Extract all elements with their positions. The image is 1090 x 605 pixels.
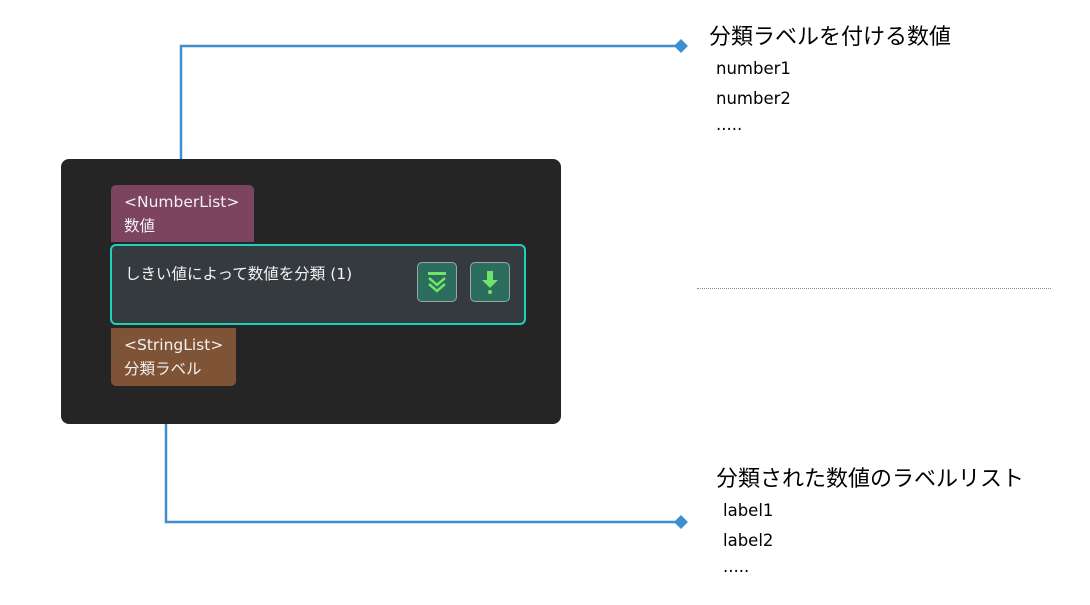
input-annotation-line: number2 [716,89,791,108]
output-port-tag[interactable]: <StringList> 分類ラベル [111,328,236,386]
input-annotation-line: number1 [716,59,791,78]
output-annotation-line: label2 [723,531,774,550]
input-port-name: 数値 [124,217,156,235]
dotted-divider [697,288,1051,289]
input-annotation: 分類ラベルを付ける数値 number1 number2 ..... [709,24,951,136]
output-port-type: <StringList> [124,336,224,354]
input-annotation-title: 分類ラベルを付ける数値 [709,25,952,50]
run-button[interactable] [470,262,510,302]
chevron-double-down-icon [428,272,446,293]
download-arrow-icon [482,271,498,294]
output-port-name: 分類ラベル [124,360,202,378]
step-title: しきい値によって数値を分類 (1) [125,265,353,283]
output-annotation-title: 分類された数値のラベルリスト [716,467,1025,492]
output-annotation-line: ..... [723,557,750,576]
input-annotation-anchor [674,39,688,53]
input-connector-line [179,44,681,173]
output-annotation-anchor [674,515,688,529]
output-annotation: 分類された数値のラベルリスト label1 label2 ..... [716,466,1024,578]
input-port-type: <NumberList> [124,193,240,211]
output-annotation-line: label1 [723,501,774,520]
input-port-tag[interactable]: <NumberList> 数値 [111,185,254,242]
input-annotation-line: ..... [716,115,743,134]
collapse-button[interactable] [417,262,457,302]
step-node[interactable]: しきい値によって数値を分類 (1) [110,244,526,325]
